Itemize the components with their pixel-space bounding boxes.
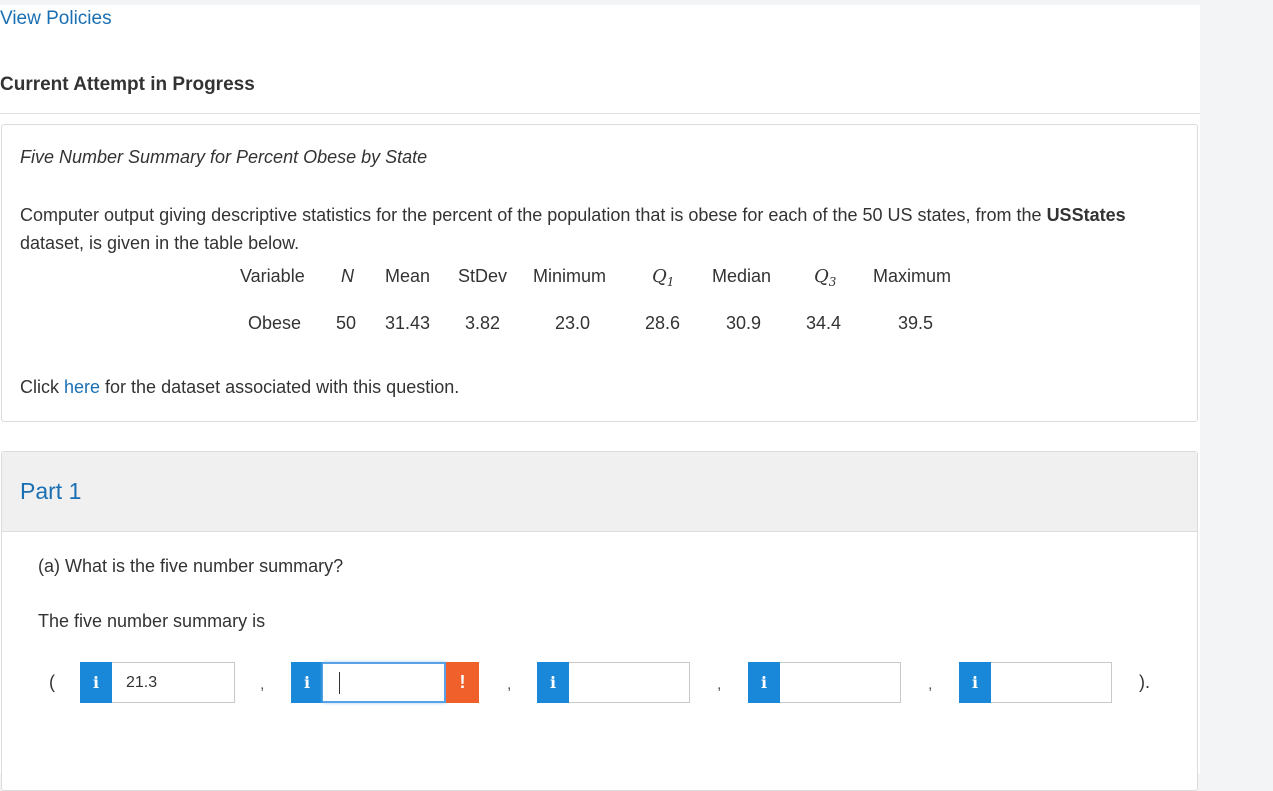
answer-minimum-input[interactable]: [112, 662, 235, 703]
value-stdev: 3.82: [465, 313, 501, 333]
click-suffix: for the dataset associated with this que…: [100, 377, 460, 397]
header-n: N: [341, 266, 354, 286]
header-q3-main: Q: [814, 266, 829, 287]
attempt-title: Current Attempt in Progress: [0, 74, 255, 95]
header-stdev: StDev: [458, 266, 508, 286]
info-icon[interactable]: i: [291, 662, 323, 703]
click-prefix: Click: [20, 377, 64, 397]
answer-minimum: i: [80, 662, 235, 703]
header-q3-sub: 3: [828, 275, 837, 289]
header-maximum: Maximum: [873, 266, 952, 286]
header-minimum: Minimum: [533, 266, 607, 286]
value-variable: Obese: [248, 313, 302, 333]
answer-maximum-input[interactable]: [991, 662, 1112, 703]
header-median: Median: [712, 266, 772, 286]
part-1-box: Part 1 (a) What is the five number summa…: [1, 451, 1198, 791]
header-variable: Variable: [240, 266, 305, 286]
question-text-before: Computer output giving descriptive stati…: [20, 205, 1047, 225]
answer-q1-input[interactable]: [323, 662, 446, 703]
value-mean: 31.43: [385, 313, 431, 333]
divider: [0, 113, 1200, 114]
answer-median-input[interactable]: [569, 662, 690, 703]
value-q3: 34.4: [806, 313, 842, 333]
answer-q1: i !: [291, 662, 481, 703]
comma-separator: ,: [717, 676, 722, 693]
value-maximum: 39.5: [898, 313, 934, 333]
answer-q3-input[interactable]: [780, 662, 901, 703]
top-strip: [0, 0, 1200, 5]
answer-q3: i: [748, 662, 901, 703]
view-policies-link[interactable]: View Policies: [0, 8, 112, 30]
stats-header-row: Variable N Mean StDev Minimum Q1 Median …: [2, 266, 1197, 290]
value-minimum: 23.0: [555, 313, 591, 333]
text-cursor: [339, 672, 340, 694]
main-content: View Policies Current Attempt in Progres…: [0, 0, 1200, 791]
question-box: Five Number Summary for Percent Obese by…: [1, 124, 1198, 422]
answer-maximum: i: [959, 662, 1112, 703]
comma-separator: ,: [260, 676, 265, 693]
comma-separator: ,: [928, 676, 933, 693]
dataset-link-sentence: Click here for the dataset associated wi…: [20, 377, 459, 398]
info-icon[interactable]: i: [959, 662, 991, 703]
part-header: Part 1: [2, 452, 1197, 532]
part-question: (a) What is the five number summary?: [38, 556, 344, 576]
question-text: Computer output giving descriptive stati…: [20, 201, 1170, 257]
comma-separator: ,: [507, 676, 512, 693]
info-icon[interactable]: i: [748, 662, 780, 703]
close-paren: ).: [1139, 672, 1150, 692]
five-number-answer-row: ( i , i ! , i , i ,: [2, 662, 1197, 704]
header-q1-sub: 1: [666, 275, 675, 289]
part-statement: The five number summary is: [38, 611, 266, 631]
header-q1-main: Q: [652, 266, 667, 287]
dataset-name: USStates: [1046, 205, 1126, 225]
value-n: 50: [336, 313, 357, 333]
info-icon[interactable]: i: [537, 662, 569, 703]
open-paren: (: [49, 672, 55, 692]
answer-median: i: [537, 662, 690, 703]
value-median: 30.9: [726, 313, 762, 333]
header-q1: Q1: [652, 266, 675, 289]
stats-data-row: Obese 50 31.43 3.82 23.0 28.6 30.9 34.4 …: [2, 313, 1197, 337]
header-mean: Mean: [385, 266, 431, 286]
question-title: Five Number Summary for Percent Obese by…: [20, 147, 428, 167]
question-text-after: dataset, is given in the table below.: [20, 233, 300, 253]
header-q3: Q3: [814, 266, 837, 289]
part-label: Part 1: [20, 478, 82, 504]
dataset-link[interactable]: here: [64, 377, 100, 397]
value-q1: 28.6: [645, 313, 681, 333]
info-icon[interactable]: i: [80, 662, 112, 703]
warning-icon[interactable]: !: [446, 662, 479, 703]
